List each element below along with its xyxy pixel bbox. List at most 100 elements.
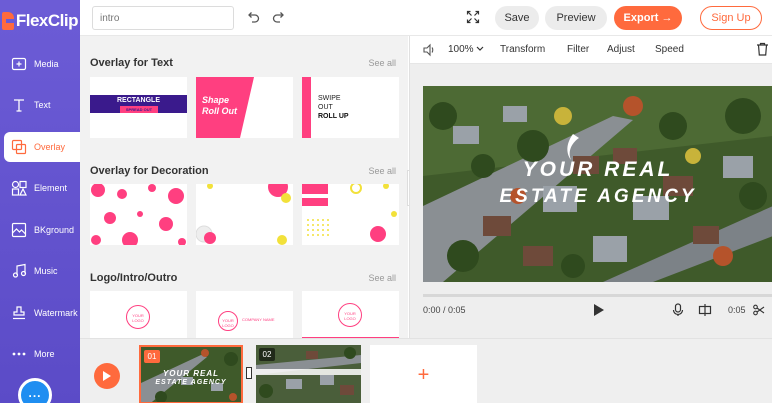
- project-title-input[interactable]: [92, 6, 234, 30]
- sidebar-item-overlay[interactable]: Overlay: [4, 132, 80, 162]
- thumb-text: OUT: [318, 104, 333, 111]
- fullscreen-icon[interactable]: [464, 8, 482, 26]
- thumb-bar: [302, 77, 311, 138]
- playback-progress-bar[interactable]: [423, 294, 772, 297]
- thumb-subtext: SPREAD OUT: [120, 106, 158, 113]
- decoration-graphic: [302, 184, 397, 242]
- decoration-graphic: [196, 184, 291, 245]
- logo-placeholder: YOUR LOGO: [132, 313, 144, 323]
- thumb-text: Roll Out: [202, 106, 237, 116]
- logo-thumb-1[interactable]: YOUR LOGO: [90, 291, 187, 338]
- logo-thumb-3[interactable]: YOUR LOGO: [302, 291, 399, 338]
- logo-thumb-2[interactable]: YOUR LOGO COMPANY NAME: [196, 291, 293, 338]
- sidebar-item-text[interactable]: Text: [4, 90, 78, 120]
- text-icon: [8, 96, 30, 114]
- scissors-icon[interactable]: [750, 301, 768, 319]
- chevron-down-icon: [476, 46, 484, 51]
- clip-duration: 0:05: [728, 305, 746, 315]
- preview-area: 100% Transform Filter Adjust Speed YOUR …: [409, 36, 772, 338]
- section-title-logo-intro-outro: Logo/Intro/Outro: [90, 272, 178, 284]
- sidebar-item-label: Watermark: [34, 308, 78, 318]
- logo-placeholder: YOUR LOGO: [344, 311, 356, 321]
- save-button[interactable]: Save: [495, 6, 539, 30]
- edit-toolbar: 100% Transform Filter Adjust Speed: [410, 36, 772, 64]
- redo-icon[interactable]: [270, 8, 288, 26]
- music-icon: [8, 262, 30, 280]
- overlay-icon: [8, 138, 30, 156]
- plus-icon: +: [417, 363, 430, 386]
- section-title-decoration-overlay: Overlay for Decoration: [90, 165, 209, 177]
- timeline-play-button[interactable]: [94, 363, 120, 389]
- see-all-link[interactable]: See all: [368, 273, 396, 283]
- sidebar-item-watermark[interactable]: Watermark: [4, 298, 78, 328]
- chat-icon[interactable]: ...: [18, 378, 52, 403]
- video-preview[interactable]: YOUR REAL ESTATE AGENCY: [423, 86, 772, 282]
- clip-title: YOUR REAL: [162, 369, 220, 378]
- decoration-thumb-shapes[interactable]: [302, 184, 399, 245]
- clip-number: 01: [144, 350, 160, 363]
- clip-title: ESTATE AGENCY: [155, 379, 227, 386]
- logo-mark-icon: [2, 11, 15, 31]
- microphone-icon[interactable]: [669, 301, 687, 319]
- time-display: 0:00 / 0:05: [423, 305, 466, 315]
- see-all-link[interactable]: See all: [368, 58, 396, 68]
- sidebar-item-more[interactable]: More: [4, 339, 78, 369]
- zoom-select[interactable]: 100%: [448, 44, 484, 55]
- flexclip-logo[interactable]: FlexClip: [2, 8, 79, 34]
- transition-handle[interactable]: [246, 367, 252, 379]
- watermark-icon: [8, 304, 30, 322]
- clip-number: 02: [259, 348, 275, 361]
- more-icon: [8, 345, 30, 363]
- video-title-line2: ESTATE AGENCY: [499, 186, 697, 207]
- play-icon: [103, 371, 111, 381]
- filter-tool[interactable]: Filter: [567, 44, 589, 55]
- preview-button[interactable]: Preview: [545, 6, 607, 30]
- section-title-text-overlay: Overlay for Text: [90, 57, 173, 69]
- sidebar-item-label: Text: [34, 100, 51, 110]
- add-clip-button[interactable]: +: [370, 345, 477, 403]
- volume-icon[interactable]: [420, 41, 438, 59]
- zoom-value: 100%: [448, 44, 474, 55]
- video-title-line1: YOUR REAL: [522, 158, 674, 181]
- transform-tool[interactable]: Transform: [500, 44, 545, 55]
- background-icon: [8, 221, 30, 239]
- sidebar-item-music[interactable]: Music: [4, 256, 78, 286]
- sidebar-item-media[interactable]: Media: [4, 49, 78, 79]
- sidebar-item-label: Media: [34, 59, 59, 69]
- overlay-panel: Overlay for Text See all RECTANGLE SPREA…: [80, 36, 408, 338]
- top-bar: Save Preview Export → Sign Up: [80, 0, 772, 36]
- see-all-link[interactable]: See all: [368, 166, 396, 176]
- logo-placeholder: YOUR LOGO: [222, 318, 234, 328]
- aerial-neighborhood-image: [423, 86, 772, 282]
- sidebar-item-label: More: [34, 349, 55, 359]
- delete-icon[interactable]: [753, 40, 771, 58]
- thumb-text: ROLL UP: [318, 113, 349, 120]
- thumb-text: SWIPE: [318, 95, 341, 102]
- overlay-thumb-shape-roll[interactable]: Shape Roll Out: [196, 77, 293, 138]
- element-icon: [8, 179, 30, 197]
- decoration-graphic: [91, 184, 186, 245]
- sidebar: FlexClip Media Text Overlay Element BKgr…: [0, 0, 80, 403]
- adjust-tool[interactable]: Adjust: [607, 44, 635, 55]
- sidebar-item-label: Element: [34, 183, 68, 193]
- decoration-thumb-dots[interactable]: [90, 184, 187, 245]
- timeline-clip-2[interactable]: 02: [256, 345, 361, 403]
- split-icon[interactable]: [696, 301, 714, 319]
- company-placeholder: COMPANY NAME: [242, 317, 275, 322]
- thumb-text: Shape: [202, 95, 230, 105]
- speed-tool[interactable]: Speed: [655, 44, 684, 55]
- undo-icon[interactable]: [244, 8, 262, 26]
- signup-button[interactable]: Sign Up: [700, 6, 762, 30]
- sidebar-item-element[interactable]: Element: [4, 173, 78, 203]
- sidebar-item-background[interactable]: BKground: [4, 215, 78, 245]
- timeline-clip-1[interactable]: 01 YOUR REAL ESTATE AGENCY: [139, 345, 243, 403]
- overlay-thumb-rectangle[interactable]: RECTANGLE SPREAD OUT: [90, 77, 187, 138]
- decoration-thumb-corners[interactable]: [196, 184, 293, 245]
- brand-name: FlexClip: [15, 11, 79, 30]
- timeline: 01 YOUR REAL ESTATE AGENCY 02 +: [80, 338, 772, 403]
- sidebar-item-label: Overlay: [34, 142, 66, 152]
- play-icon[interactable]: [590, 301, 608, 319]
- export-button[interactable]: Export →: [614, 6, 682, 30]
- sidebar-item-label: Music: [34, 266, 58, 276]
- overlay-thumb-swipe[interactable]: SWIPE OUT ROLL UP: [302, 77, 399, 138]
